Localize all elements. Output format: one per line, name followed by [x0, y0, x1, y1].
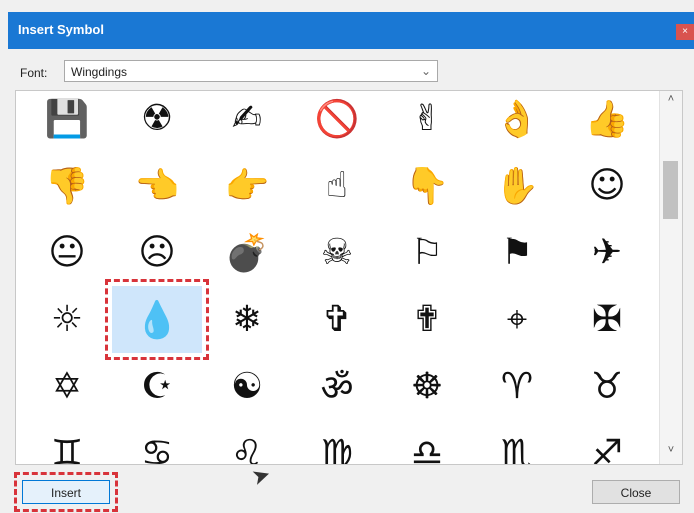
symbol-cell[interactable]: ✍	[202, 91, 292, 152]
symbol-cell[interactable]: ✟	[382, 286, 472, 353]
symbol-cell[interactable]: ♐	[562, 420, 652, 464]
symbol-cell[interactable]: ♉	[562, 353, 652, 420]
symbol-cell[interactable]: 👉	[202, 152, 292, 219]
symbol-cell[interactable]: ॐ	[292, 353, 382, 420]
scroll-down-icon[interactable]: ˅	[660, 444, 682, 462]
symbol-cell[interactable]: ♌	[202, 420, 292, 464]
symbol-cell[interactable]: 💧	[105, 279, 209, 360]
symbol-cell[interactable]: ⚐	[382, 219, 472, 286]
font-select[interactable]: Wingdings ⌄	[64, 60, 438, 82]
symbol-cell[interactable]: 👌	[472, 91, 562, 152]
symbol-cell[interactable]: ✡	[22, 353, 112, 420]
font-select-value: Wingdings	[71, 65, 128, 79]
symbol-cell[interactable]: 🚫	[292, 91, 382, 152]
symbol-cell[interactable]: ✠	[562, 286, 652, 353]
symbol-cell[interactable]: ❄	[202, 286, 292, 353]
symbol-cell[interactable]: ✌	[382, 91, 472, 152]
dialog-title: Insert Symbol	[18, 22, 104, 37]
symbol-cell[interactable]: ♎	[382, 420, 472, 464]
symbol-cell[interactable]: ♍	[292, 420, 382, 464]
vertical-scrollbar[interactable]: ˄ ˅	[659, 91, 682, 464]
chevron-down-icon[interactable]: ⌄	[421, 64, 431, 78]
symbol-cell[interactable]: ☸	[382, 353, 472, 420]
symbol-cell[interactable]: ⚑	[472, 219, 562, 286]
symbol-cell[interactable]: ☹	[112, 219, 202, 286]
symbol-cell[interactable]: ♈	[472, 353, 562, 420]
close-button[interactable]: Close	[592, 480, 680, 504]
symbol-cell[interactable]: 👇	[382, 152, 472, 219]
symbol-cell[interactable]: ☪	[112, 353, 202, 420]
symbol-cell[interactable]: ✋	[472, 152, 562, 219]
symbol-cell[interactable]: 👍	[562, 91, 652, 152]
symbol-cell[interactable]: ♏	[472, 420, 562, 464]
symbol-grid-container: 💾 ☢ ✍ 🚫 ✌ 👌 👍 👎 👈 👉 ☝ 👇 ✋ ☺ 😐 ☹ 💣 ☠ ⚐ ⚑ ✈ ☼ 💧 ❄ ✞ ✟ ⌖ ✠ ✡ ☪ ☯ ॐ ☸ ♈ ♉ ♊ ♋ ♌ ♍ ♎…	[15, 90, 683, 465]
font-row: Font: Wingdings ⌄	[0, 56, 694, 88]
symbol-cell[interactable]: ☝	[292, 152, 382, 219]
scroll-thumb[interactable]	[663, 161, 678, 219]
symbol-cell[interactable]: ♊	[22, 420, 112, 464]
symbol-cell[interactable]: ☯	[202, 353, 292, 420]
symbol-cell[interactable]: ☼	[22, 286, 112, 353]
symbol-cell[interactable]: ✈	[562, 219, 652, 286]
symbol-cell[interactable]: ☢	[112, 91, 202, 152]
symbol-cell[interactable]: ⌖	[472, 286, 562, 353]
close-icon[interactable]: ×	[676, 24, 694, 40]
symbol-cell[interactable]: ☠	[292, 219, 382, 286]
insert-button[interactable]: Insert	[22, 480, 110, 504]
title-bar: Insert Symbol ×	[8, 12, 694, 49]
symbol-cell[interactable]: ✞	[292, 286, 382, 353]
symbol-cell[interactable]: 👈	[112, 152, 202, 219]
button-bar: Insert Close	[0, 466, 694, 513]
symbol-grid: 💾 ☢ ✍ 🚫 ✌ 👌 👍 👎 👈 👉 ☝ 👇 ✋ ☺ 😐 ☹ 💣 ☠ ⚐ ⚑ ✈ ☼ 💧 ❄ ✞ ✟ ⌖ ✠ ✡ ☪ ☯ ॐ ☸ ♈ ♉ ♊ ♋ ♌ ♍ ♎…	[22, 91, 652, 464]
symbol-cell[interactable]: 👎	[22, 152, 112, 219]
scroll-up-icon[interactable]: ˄	[660, 93, 682, 111]
symbol-cell[interactable]: ☺	[562, 152, 652, 219]
symbol-cell[interactable]: 💾	[22, 91, 112, 152]
symbol-cell[interactable]: 💣	[202, 219, 292, 286]
symbol-cell[interactable]: ♋	[112, 420, 202, 464]
insert-symbol-dialog: Insert Symbol × Font: Wingdings ⌄ 💾 ☢ ✍ 🚫 ✌ 👌…	[0, 0, 694, 513]
symbol-cell[interactable]: 😐	[22, 219, 112, 286]
font-label: Font:	[20, 66, 48, 80]
